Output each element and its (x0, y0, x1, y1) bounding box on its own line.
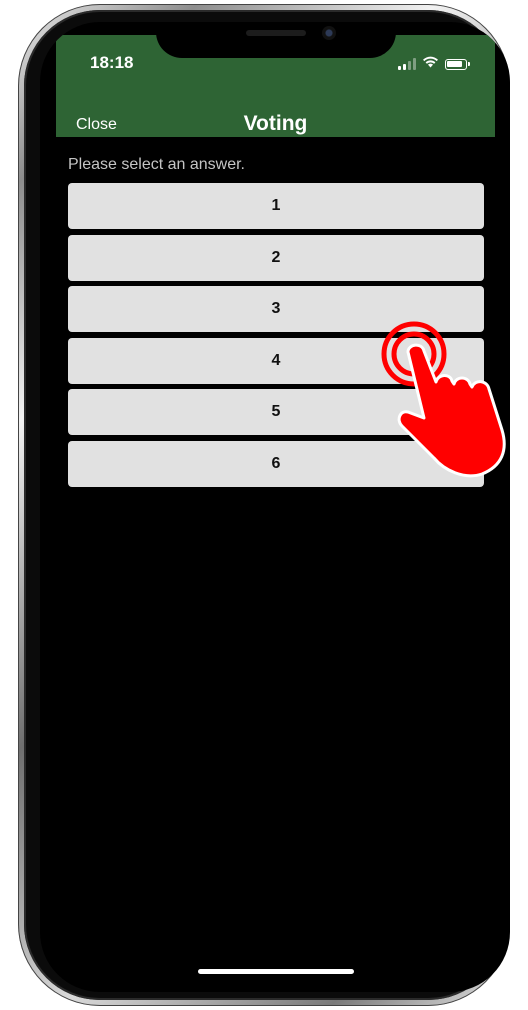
question-prompt: Please select an answer. (68, 156, 245, 173)
answer-button-2[interactable]: 2 (68, 234, 484, 281)
answer-button-4[interactable]: 4 (68, 337, 484, 384)
home-indicator[interactable] (198, 969, 354, 974)
signal-icon (398, 58, 416, 70)
device-mockup: 18:18 Close Voting Please select an answ… (0, 0, 528, 1010)
phone-screen: 18:18 Close Voting Please select an answ… (40, 22, 510, 992)
battery-icon (445, 58, 470, 70)
answer-button-6[interactable]: 6 (68, 440, 484, 487)
notch (156, 22, 396, 58)
page-title: Voting (243, 112, 308, 135)
speaker-grille (246, 30, 306, 36)
answer-list: 1 2 3 4 5 6 (68, 183, 484, 493)
answer-button-1[interactable]: 1 (68, 183, 484, 229)
answer-button-3[interactable]: 3 (68, 286, 484, 333)
answer-button-5[interactable]: 5 (68, 389, 484, 436)
front-camera-icon (322, 26, 336, 40)
status-icons (398, 55, 470, 73)
status-time: 18:18 (90, 53, 134, 72)
wifi-icon (422, 55, 439, 73)
